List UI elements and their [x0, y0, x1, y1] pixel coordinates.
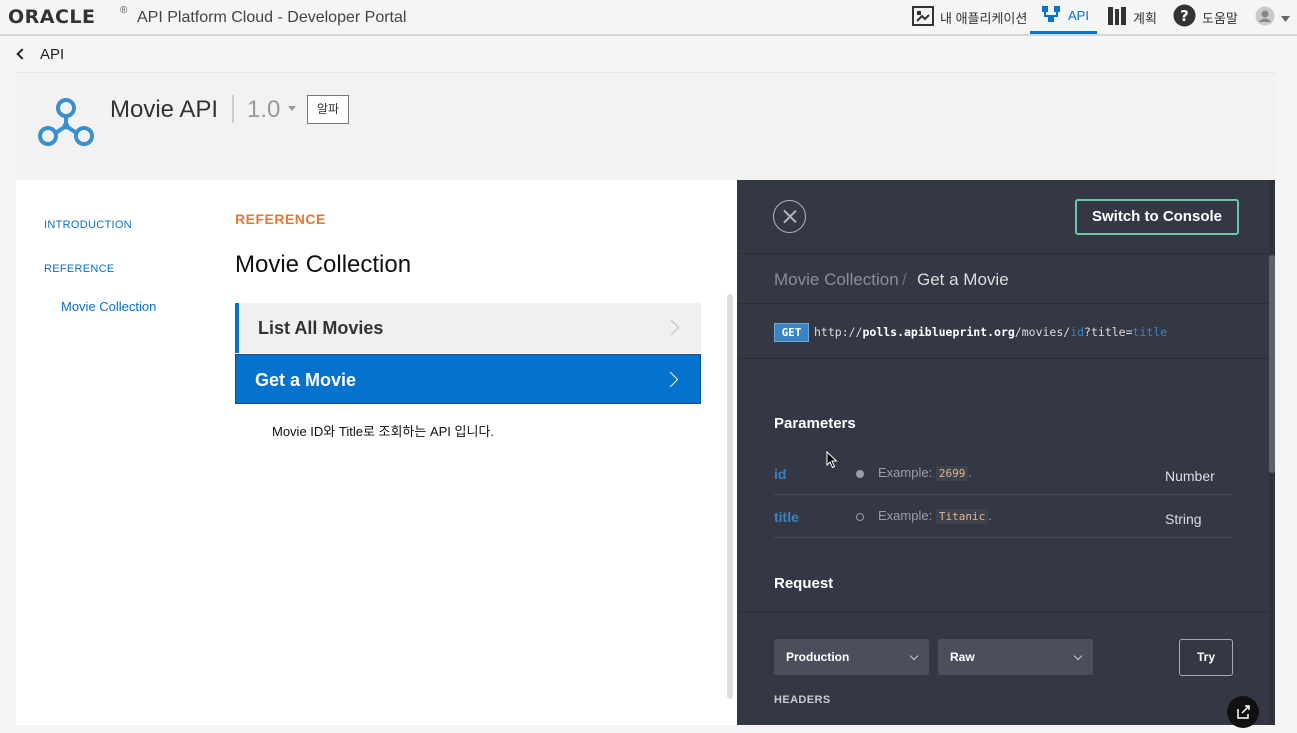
required-dot-icon	[856, 470, 864, 478]
example-value: Titanic	[935, 509, 989, 524]
operation-description: Movie ID와 Title로 조회하는 API 입니다.	[272, 424, 495, 439]
console-scrollbar[interactable]	[1269, 255, 1275, 473]
nav-api[interactable]: API	[1030, 0, 1097, 34]
optional-dot-icon	[856, 513, 864, 521]
status-badge: 알파	[307, 95, 349, 124]
parameter-row: title Example: Titanic. String	[774, 496, 1233, 538]
parameter-type: String	[1165, 511, 1202, 527]
example-label: Example:	[878, 465, 933, 480]
chevron-down-icon	[909, 651, 919, 661]
chevron-left-icon	[16, 48, 28, 60]
title-divider	[232, 95, 234, 123]
nav-plans-label: 계획	[1133, 10, 1157, 26]
try-button[interactable]: Try	[1179, 639, 1233, 676]
chevron-right-icon	[662, 371, 679, 388]
api-webhook-icon	[38, 96, 94, 153]
console-panel: Switch to Console Movie Collection / Get…	[737, 180, 1275, 728]
breadcrumb-operation: Get a Movie	[917, 270, 1009, 289]
request-title: Request	[774, 575, 834, 592]
headers-label: HEADERS	[774, 694, 831, 706]
close-button[interactable]	[773, 200, 806, 233]
user-menu[interactable]	[1255, 0, 1290, 34]
endpoint-url: http://polls.apiblueprint.org/movies/id?…	[814, 325, 1167, 339]
url-param-id: id	[1070, 325, 1085, 339]
example-label: Example:	[878, 508, 933, 523]
parameter-example: Example: Titanic.	[878, 508, 992, 524]
url-path: /movies/	[1014, 325, 1071, 339]
divider	[737, 358, 1269, 359]
environment-value: Production	[786, 650, 850, 664]
app-icon	[912, 5, 934, 29]
divider	[737, 303, 1269, 304]
format-select[interactable]: Raw	[938, 639, 1093, 675]
operation-label: List All Movies	[258, 318, 384, 338]
parameter-example: Example: 2699.	[878, 465, 972, 481]
caret-down-icon[interactable]	[288, 106, 296, 111]
back-link[interactable]: API	[16, 46, 65, 63]
parameter-row: id Example: 2699. Number	[774, 453, 1233, 495]
api-header	[16, 72, 1276, 180]
svg-text:?: ?	[1180, 7, 1189, 25]
http-method-badge: GET	[774, 323, 809, 342]
sidenav-movie-collection[interactable]: Movie Collection	[61, 299, 156, 314]
chevron-down-icon	[1281, 10, 1290, 25]
api-title: Movie API	[110, 96, 219, 123]
plan-icon	[1107, 6, 1127, 29]
operation-label: Get a Movie	[255, 370, 357, 390]
breadcrumb-collection[interactable]: Movie Collection	[774, 270, 899, 290]
divider	[737, 253, 1269, 254]
example-value: 2699	[935, 466, 969, 481]
top-bar: ORACLE ® API Platform Cloud - Developer …	[0, 0, 1297, 36]
example-suffix: .	[968, 465, 972, 480]
chevron-right-icon	[663, 319, 680, 336]
nav-my-apps-label: 내 애플리케이션	[940, 10, 1028, 26]
user-avatar-icon	[1255, 6, 1275, 29]
divider	[737, 611, 1269, 612]
url-param-title: title	[1132, 325, 1168, 339]
registered-mark: ®	[120, 5, 128, 16]
nav-api-label: API	[1068, 8, 1089, 23]
nav-help-label: 도움말	[1202, 10, 1238, 26]
mouse-cursor-icon	[826, 450, 838, 474]
portal-title: API Platform Cloud - Developer Portal	[137, 9, 407, 26]
nav-my-apps[interactable]: 내 애플리케이션	[912, 0, 1027, 34]
format-value: Raw	[950, 650, 975, 664]
url-query: ?title=	[1084, 325, 1133, 339]
parameters-title: Parameters	[774, 415, 856, 432]
share-icon	[1237, 705, 1250, 719]
operation-list-all-movies[interactable]: List All Movies	[235, 303, 701, 353]
nav-help[interactable]: ? 도움말	[1173, 0, 1238, 34]
back-link-label: API	[40, 46, 65, 63]
parameter-name: id	[774, 466, 787, 482]
section-label: REFERENCE	[235, 211, 326, 227]
example-suffix: .	[988, 508, 992, 523]
nav-plans[interactable]: 계획	[1107, 0, 1157, 34]
url-prefix: http://	[814, 325, 863, 339]
switch-to-console-button[interactable]: Switch to Console	[1075, 199, 1239, 235]
environment-select[interactable]: Production	[774, 639, 929, 675]
help-icon: ?	[1173, 4, 1196, 30]
share-button[interactable]	[1227, 696, 1259, 728]
collection-title: Movie Collection	[235, 251, 412, 278]
url-host: polls.apiblueprint.org	[862, 325, 1015, 339]
oracle-logo: ORACLE	[8, 6, 96, 28]
version-selector[interactable]: 1.0	[247, 96, 280, 124]
parameter-name: title	[774, 509, 799, 525]
left-scrollbar[interactable]	[727, 294, 733, 699]
operation-get-a-movie[interactable]: Get a Movie	[235, 354, 701, 404]
breadcrumb-separator: /	[902, 270, 907, 289]
parameter-type: Number	[1165, 468, 1215, 484]
api-icon	[1040, 4, 1062, 27]
chevron-down-icon	[1073, 651, 1083, 661]
sidenav-reference[interactable]: REFERENCE	[44, 263, 115, 275]
sidenav-introduction[interactable]: INTRODUCTION	[44, 219, 132, 231]
